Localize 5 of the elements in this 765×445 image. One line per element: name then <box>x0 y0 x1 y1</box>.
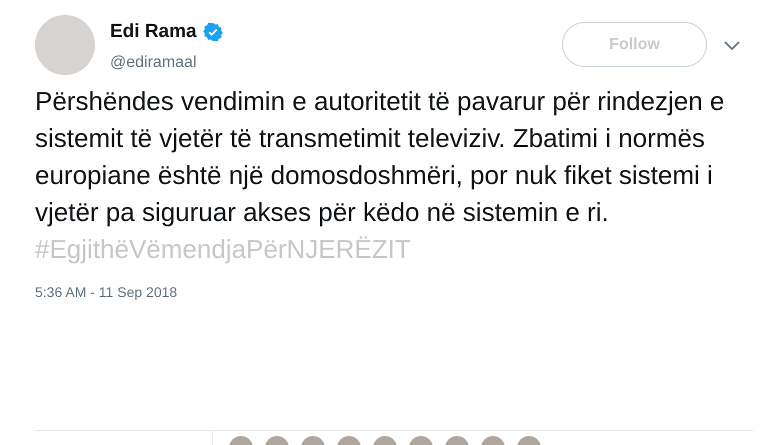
tweet-text: Përshëndes vendimin e autoritetit të pavarur për rindezjen e sistemit të vjetër të transmetimit televiziv. Zbatimi i normës europiane është një domosdoshmëri, por nuk fiket sistemi i vjetër pa siguruar akses për këdo në sistemin e ri. <box>35 85 726 229</box>
tweet-timestamp[interactable]: 5:36 AM - 11 Sep 2018 <box>35 282 735 303</box>
author-name[interactable]: Edi Rama <box>110 18 197 46</box>
chevron-down-icon[interactable] <box>724 41 740 51</box>
author-handle: @ediramaal <box>110 52 198 72</box>
